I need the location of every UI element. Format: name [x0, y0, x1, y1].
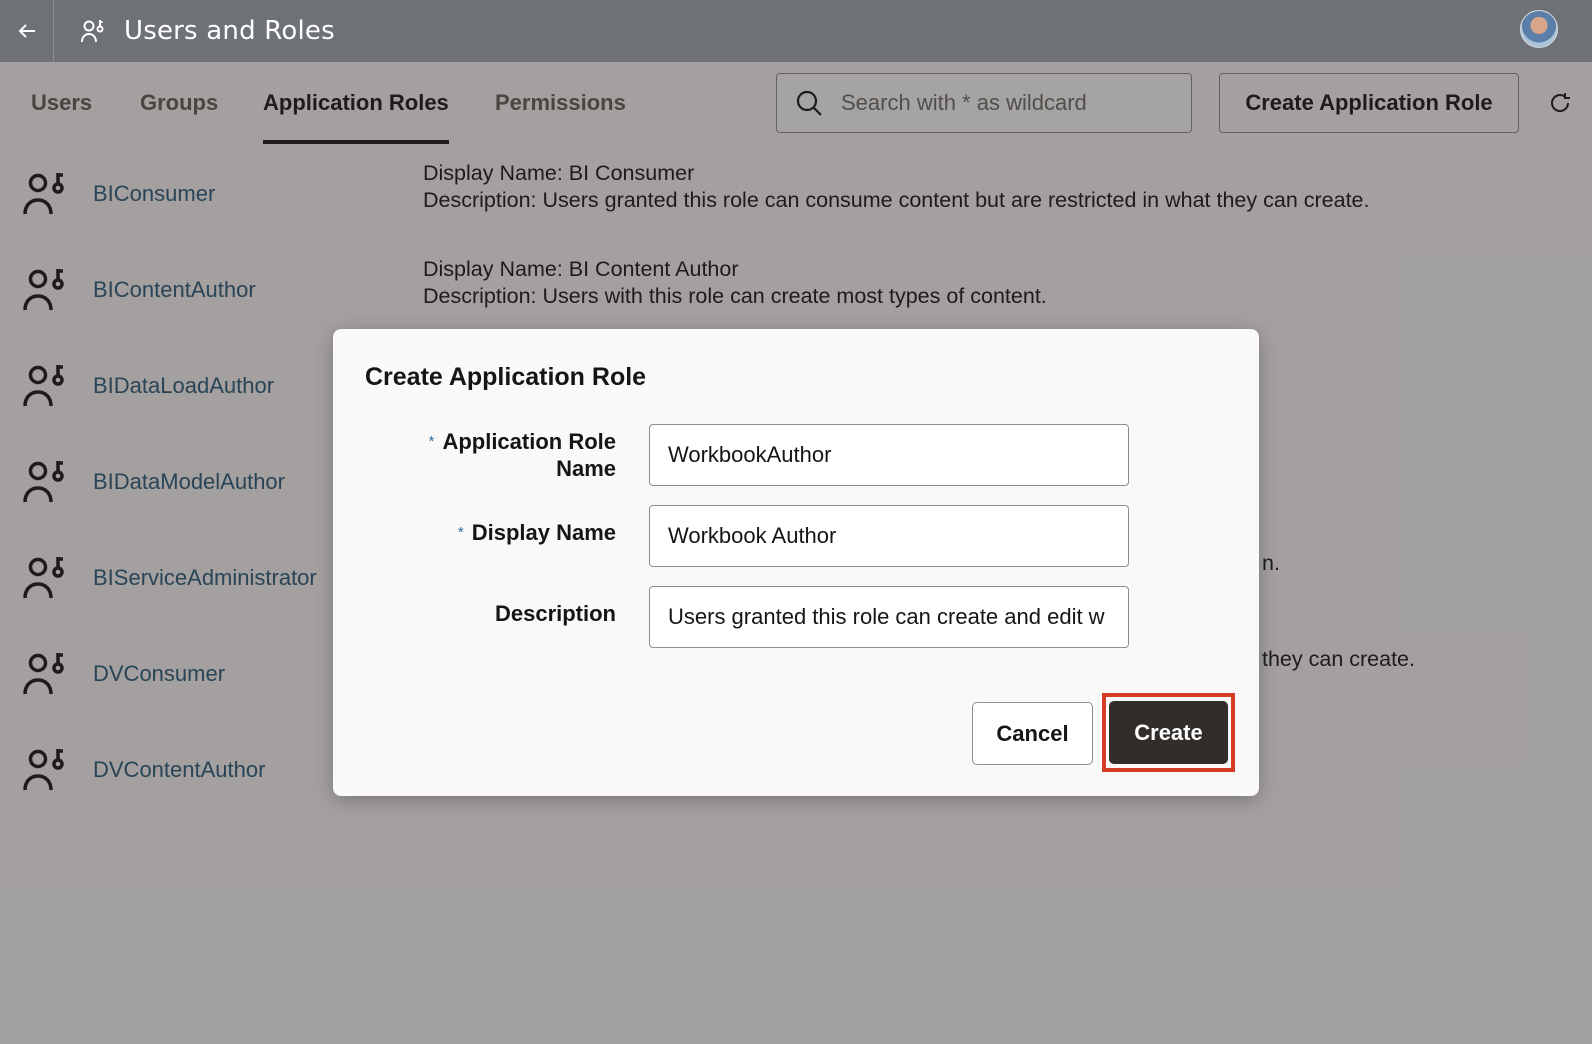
display-name-label-text: Display Name [471, 520, 616, 545]
arrow-left-icon [18, 24, 35, 38]
dialog-title: Create Application Role [365, 363, 647, 391]
application-role-name-input[interactable] [649, 424, 1129, 486]
role-name-label: * Application Role Name [429, 428, 616, 482]
display-name-input[interactable] [649, 505, 1129, 567]
role-name-label-line2: Name [556, 456, 616, 481]
back-button[interactable] [0, 0, 54, 62]
role-name-label-line1: Application Role [442, 429, 616, 454]
description-input[interactable] [649, 586, 1129, 648]
user-avatar[interactable] [1520, 10, 1558, 48]
create-application-role-dialog: Create Application Role * Application Rol… [333, 329, 1259, 796]
required-indicator: * [428, 433, 435, 450]
app-header: Users and Roles [0, 0, 1592, 62]
create-button[interactable]: Create [1109, 701, 1228, 764]
required-indicator: * [457, 524, 464, 541]
display-name-label: * Display Name [458, 519, 616, 546]
cancel-button[interactable]: Cancel [972, 702, 1093, 765]
description-label: Description [494, 601, 616, 626]
user-key-icon [81, 20, 104, 43]
app-title: Users and Roles [124, 16, 335, 46]
